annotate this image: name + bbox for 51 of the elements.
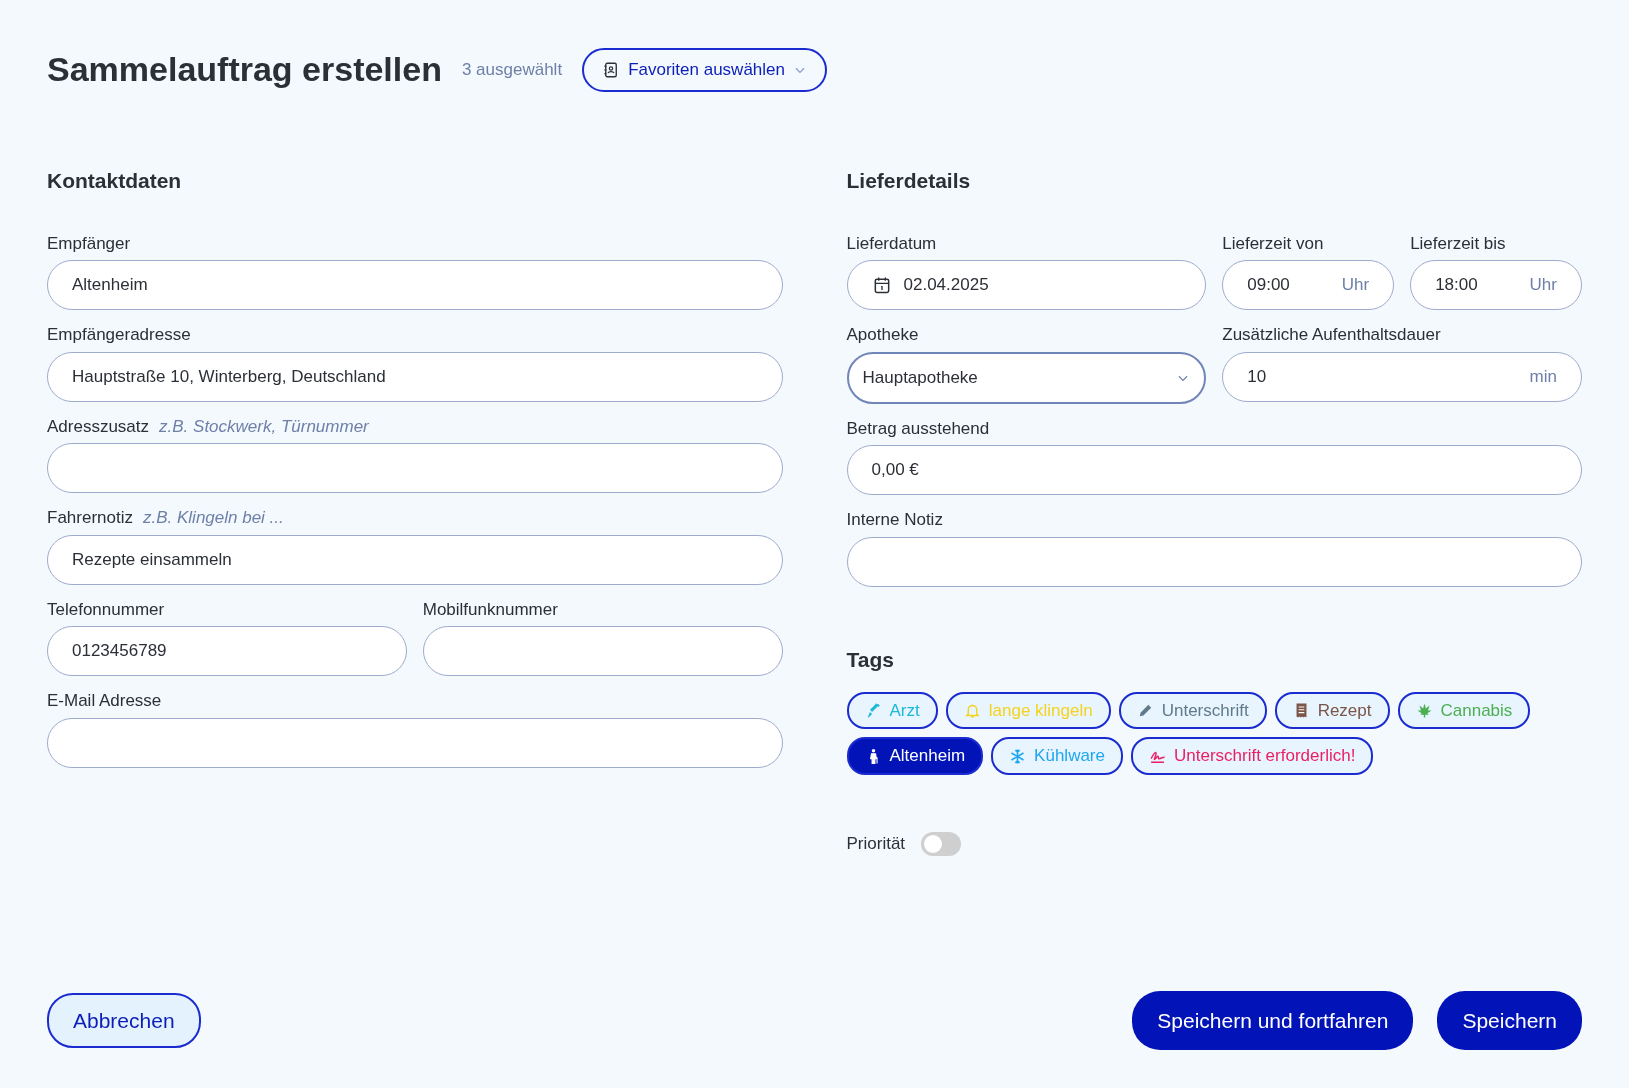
unit-label: Uhr <box>1529 274 1557 297</box>
field-label: Fahrernotiz <box>47 507 133 530</box>
field-label: Empfängeradresse <box>47 324 191 347</box>
priority-label: Priorität <box>846 832 906 855</box>
field-label: Mobilfunknummer <box>422 598 558 621</box>
field-label: Telefonnummer <box>47 598 165 621</box>
priority-toggle[interactable] <box>921 831 962 856</box>
field-label: Lieferdatum <box>846 232 937 255</box>
favorites-button[interactable]: Favoriten auswählen <box>582 48 827 92</box>
input-field[interactable]: Altenheim <box>47 260 783 311</box>
selection-count: 3 ausgewählt <box>461 59 563 81</box>
input-field[interactable]: 0,00 € <box>846 445 1582 496</box>
selected-value: Hauptapotheke <box>862 366 979 389</box>
field-hint: z.B. Klingeln bei ... <box>143 507 284 530</box>
tag-chip[interactable]: Rezept <box>1274 691 1390 730</box>
select-field[interactable]: Hauptapotheke <box>846 351 1207 404</box>
field-label: Betrag ausstehend <box>846 417 990 440</box>
field-label: Apotheke <box>846 324 919 347</box>
field-label: Empfänger <box>47 232 131 255</box>
field-hint: z.B. Stockwerk, Türnummer <box>159 415 369 438</box>
input-field[interactable]: 10 min <box>1222 351 1582 402</box>
field-label: Interne Notiz <box>846 509 943 532</box>
input-field[interactable]: 0123456789 <box>47 626 407 677</box>
tag-chip[interactable]: Unterschrift <box>1118 691 1267 730</box>
input-field[interactable] <box>422 626 783 677</box>
input-field[interactable]: 09:00 Uhr <box>1222 260 1395 311</box>
section-title: Kontaktdaten <box>47 167 183 193</box>
input-field[interactable]: 18:00 Uhr <box>1410 260 1582 311</box>
input-field[interactable] <box>846 536 1582 587</box>
tag-chip[interactable]: Unterschrift erforderlich! <box>1131 737 1374 775</box>
field-label: Zusätzliche Aufenthaltsdauer <box>1222 324 1441 347</box>
date-field[interactable]: 02.04.2025 <box>846 260 1207 311</box>
snowflake-icon <box>1009 747 1027 765</box>
field-label: Adresszusatz <box>47 415 150 438</box>
input-field[interactable] <box>47 443 783 494</box>
tag-chip[interactable]: Altenheim <box>846 737 984 775</box>
input-field[interactable]: Rezepte einsammeln <box>47 534 783 585</box>
unit-label: Uhr <box>1341 274 1370 297</box>
cancel-button[interactable]: Abbrechen <box>47 992 201 1048</box>
input-field[interactable] <box>47 717 783 768</box>
bell-icon <box>963 702 981 720</box>
section-title: Lieferdetails <box>846 167 972 193</box>
input-field[interactable]: Hauptstraße 10, Winterberg, Deutschland <box>47 351 783 402</box>
unit-label: min <box>1529 365 1557 388</box>
save-and-continue-button[interactable]: Speichern und fortfahren <box>1132 990 1414 1050</box>
field-label: Lieferzeit bis <box>1410 232 1506 255</box>
section-title: Tags <box>846 646 895 672</box>
field-label: E-Mail Adresse <box>47 690 162 713</box>
page-title: Sammelauftrag erstellen <box>47 49 442 91</box>
field-label: Lieferzeit von <box>1222 232 1324 255</box>
save-button[interactable]: Speichern <box>1437 990 1582 1050</box>
